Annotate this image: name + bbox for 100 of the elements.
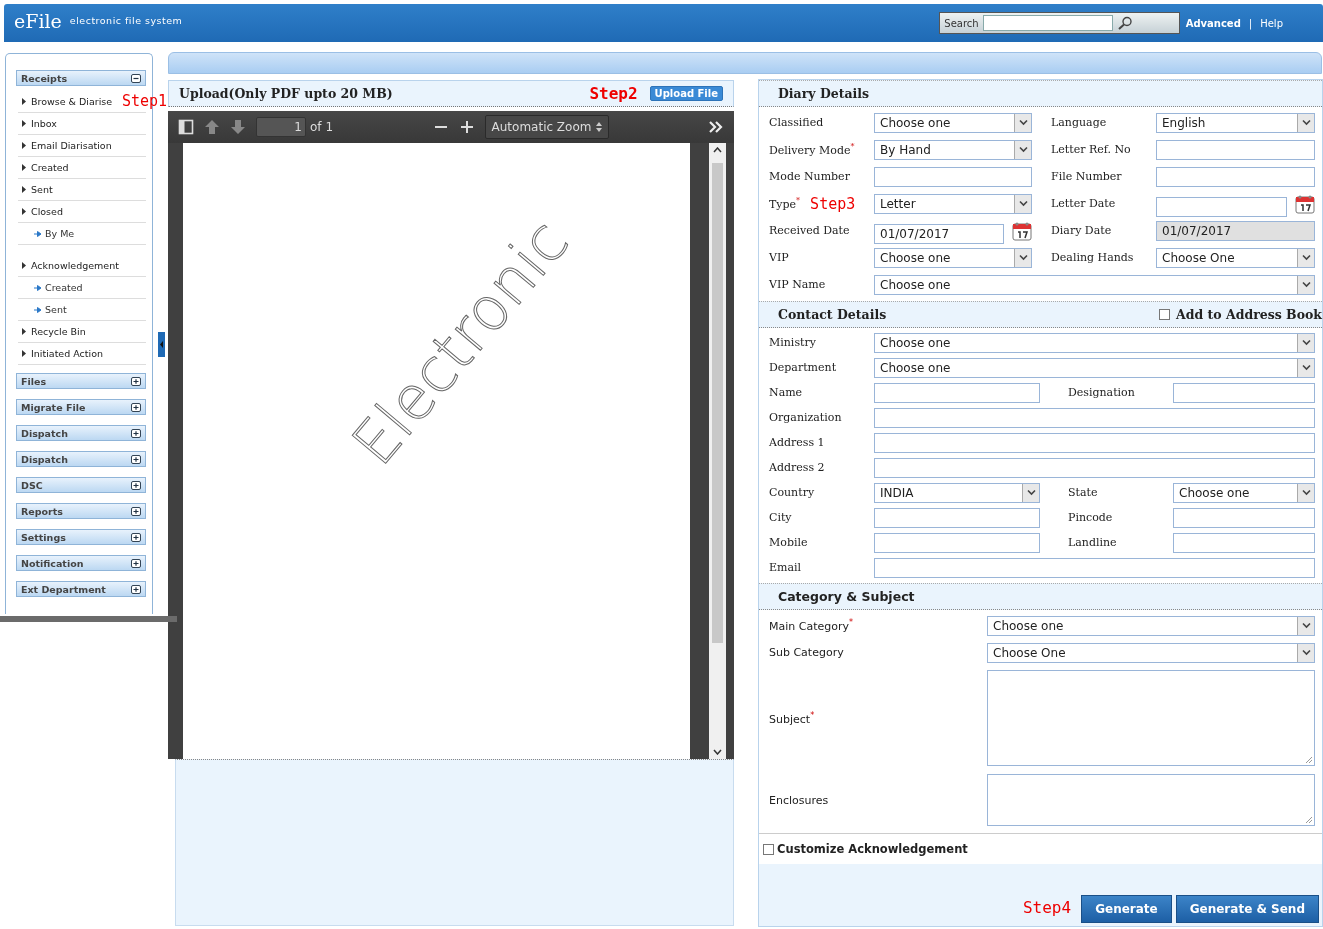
sidebar-section[interactable]: DSC [16, 477, 146, 493]
input-field[interactable] [874, 382, 1040, 403]
input-field[interactable] [1173, 507, 1315, 528]
dropdown[interactable]: INDIA [874, 482, 1040, 503]
sidebar-item[interactable]: Sent [31, 184, 53, 195]
dropdown[interactable]: Choose one [1173, 482, 1315, 503]
resize-grip-icon[interactable] [1305, 756, 1312, 763]
sidebar-item[interactable]: Initiated Action [31, 348, 104, 359]
dropdown[interactable]: Choose one [874, 247, 1032, 268]
sidebar-section[interactable]: Reports [16, 503, 146, 519]
chevron-down-icon[interactable] [1301, 489, 1311, 496]
page-number-field[interactable]: 1 [256, 117, 306, 137]
plus-icon [131, 480, 141, 490]
sidebar-item[interactable]: Acknowledgement [31, 260, 119, 271]
sidebar-subitem[interactable]: Sent [45, 304, 67, 315]
input-field[interactable] [1156, 139, 1315, 160]
sidebar-section[interactable]: Dispatch [16, 425, 146, 441]
chevron-down-icon[interactable] [1301, 622, 1311, 629]
chevron-down-icon[interactable] [1018, 254, 1028, 261]
sidebar-section[interactable]: Ext Department [16, 581, 146, 597]
plus-icon [131, 584, 141, 594]
dropdown[interactable]: Choose One [1156, 247, 1315, 268]
chevron-down-icon[interactable] [1301, 281, 1311, 288]
field-label: Name [769, 386, 803, 399]
advanced-link[interactable]: Advanced [1185, 17, 1241, 29]
upload-title: Upload(Only PDF upto 20 MB) [179, 86, 393, 101]
field-label: Address 1 [769, 436, 825, 449]
scroll-down-icon[interactable] [713, 749, 722, 755]
input-field[interactable] [874, 557, 1315, 578]
collapse-handle[interactable] [158, 332, 165, 357]
checkbox[interactable] [1158, 309, 1170, 320]
help-link[interactable]: Help [1260, 17, 1283, 29]
search-icon[interactable] [1116, 16, 1133, 30]
scrollbar[interactable] [709, 143, 726, 759]
dropdown[interactable]: By Hand [874, 139, 1032, 160]
checkbox[interactable] [763, 843, 774, 855]
sidebar-section[interactable]: Files [16, 373, 146, 389]
input-field[interactable] [874, 507, 1040, 528]
dropdown[interactable]: Letter [874, 193, 1032, 214]
down-arrow-icon[interactable] [230, 119, 246, 135]
sidebar-item[interactable]: Recycle Bin [31, 326, 86, 337]
input-field[interactable] [1173, 382, 1315, 403]
field-label: VIP [769, 251, 789, 264]
generate-button[interactable]: Generate [1081, 895, 1172, 923]
generate-send-button[interactable]: Generate & Send [1175, 895, 1319, 923]
chevron-down-icon[interactable] [1301, 254, 1311, 261]
input-field[interactable] [874, 457, 1315, 478]
chevron-down-icon[interactable] [1026, 489, 1036, 496]
sidebar-item[interactable]: Closed [31, 206, 63, 217]
scroll-up-icon[interactable] [713, 147, 722, 153]
input-field[interactable] [874, 432, 1315, 453]
search-field[interactable] [982, 15, 1113, 31]
chevron-down-icon[interactable] [1301, 649, 1311, 656]
chevron-down-icon[interactable] [1301, 364, 1311, 371]
checkbox-label: Add to Address Book [1175, 307, 1322, 322]
triangle-icon [22, 164, 26, 171]
chevron-down-icon[interactable] [1018, 200, 1028, 207]
input-field[interactable] [874, 532, 1040, 553]
sidebar-item[interactable]: Created [31, 162, 69, 173]
sort-arrows-icon[interactable] [595, 122, 602, 132]
double-chevron-icon[interactable] [708, 119, 724, 135]
dropdown[interactable]: Choose one [874, 332, 1315, 353]
resize-grip-icon[interactable] [1305, 816, 1312, 823]
calendar-icon[interactable] [1012, 220, 1032, 241]
chevron-down-icon[interactable] [1018, 119, 1028, 126]
dropdown[interactable]: Choose one [874, 112, 1032, 133]
chevron-down-icon[interactable] [1301, 119, 1311, 126]
sidebar-section[interactable]: Migrate File [16, 399, 146, 415]
sidebar-item[interactable]: Browse & Diarise [31, 96, 113, 107]
sidebar-section[interactable]: Receipts [16, 70, 146, 86]
upload-file-button[interactable]: Upload File [649, 86, 723, 101]
zoom-dropdown[interactable]: Automatic Zoom [484, 115, 609, 139]
dropdown[interactable]: English [1156, 112, 1315, 133]
input-field[interactable]: 01/07/2017 [874, 223, 1004, 244]
dropdown[interactable]: Choose one [874, 357, 1315, 378]
input-field[interactable] [1156, 166, 1315, 187]
up-arrow-icon[interactable] [204, 119, 220, 135]
sidebar-section[interactable]: Notification [16, 555, 146, 571]
chevron-down-icon[interactable] [1301, 339, 1311, 346]
dropdown[interactable]: Choose One [987, 642, 1315, 663]
sidebar-section[interactable]: Settings [16, 529, 146, 545]
sidebar-subitem[interactable]: Created [45, 282, 83, 293]
sidebar-section[interactable]: Dispatch [16, 451, 146, 467]
section-title: Diary Details [778, 86, 870, 101]
field-label: Subject$^{*}$ [769, 710, 815, 726]
sidebar-subitem[interactable]: By Me [45, 228, 75, 239]
field-label: Designation [1068, 386, 1135, 399]
input-field[interactable] [1156, 196, 1287, 217]
input-field[interactable] [1173, 532, 1315, 553]
sidebar-item[interactable]: Email Diarisation [31, 140, 112, 151]
app-logo: eFile [14, 10, 62, 32]
zoom-in-icon[interactable] [458, 119, 475, 135]
sidebar-item[interactable]: Inbox [31, 118, 57, 129]
input-field[interactable] [874, 166, 1032, 187]
input-field[interactable] [874, 407, 1315, 428]
sidebar-toggle-icon[interactable] [178, 119, 194, 135]
dropdown[interactable]: Choose one [874, 274, 1315, 295]
calendar-icon[interactable] [1295, 193, 1315, 214]
dropdown[interactable]: Choose one [987, 615, 1315, 636]
chevron-down-icon[interactable] [1018, 146, 1028, 153]
